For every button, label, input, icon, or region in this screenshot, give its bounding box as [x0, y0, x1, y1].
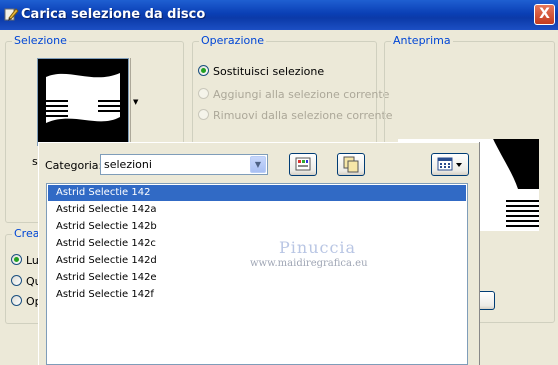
category-select[interactable]: selezioni ▼: [100, 154, 268, 175]
selection-thumbnail-picker[interactable]: ▼: [37, 58, 141, 146]
category-value: selezioni: [104, 158, 152, 171]
copy-button[interactable]: [337, 153, 365, 176]
radio-aggiungi[interactable]: [198, 88, 209, 99]
radio-crea-3[interactable]: [11, 295, 22, 306]
list-item[interactable]: Astrid Selectie 142a: [48, 202, 466, 218]
chevron-down-icon: ▼: [133, 98, 139, 106]
selection-browser-popup: Categoria: selezioni ▼ Astrid Selectie 1…: [38, 142, 479, 365]
watermark-title: Pinuccia: [279, 238, 357, 257]
radio-rimuovi-label[interactable]: Rimuovi dalla selezione corrente: [213, 109, 393, 122]
thumbnail-dropdown-button[interactable]: ▼: [130, 58, 141, 146]
selezione-partial-label: s: [32, 155, 38, 168]
edit-paths-button[interactable]: [289, 153, 317, 176]
radio-crea-2[interactable]: [11, 275, 22, 286]
radio-rimuovi[interactable]: [198, 109, 209, 120]
radio-crea-1[interactable]: [11, 254, 22, 265]
edit-paths-icon: [295, 157, 311, 171]
list-item[interactable]: Astrid Selectie 142b: [48, 219, 466, 235]
chevron-down-icon[interactable]: ▼: [250, 156, 266, 173]
window-title: Carica selezione da disco: [21, 7, 206, 22]
close-icon: X: [539, 6, 550, 22]
radio-aggiungi-label[interactable]: Aggiungi alla selezione corrente: [213, 88, 389, 101]
anteprima-legend: Anteprima: [391, 34, 453, 47]
radio-sostituisci[interactable]: [198, 65, 209, 76]
list-item[interactable]: Astrid Selectie 142: [48, 185, 466, 201]
radio-sostituisci-label[interactable]: Sostituisci selezione: [213, 65, 324, 78]
list-item[interactable]: Astrid Selectie 142f: [48, 287, 466, 303]
list-item[interactable]: Astrid Selectie 142c: [48, 236, 466, 252]
partial-button[interactable]: [478, 291, 495, 310]
watermark-url: www.maidiregrafica.eu: [250, 258, 368, 269]
title-bar[interactable]: Carica selezione da disco X: [0, 0, 558, 30]
view-options-button[interactable]: [431, 153, 469, 176]
copy-icon: [343, 156, 359, 173]
close-button[interactable]: X: [534, 4, 555, 25]
selezione-legend: Selezione: [12, 34, 69, 47]
operazione-legend: Operazione: [199, 34, 266, 47]
list-item[interactable]: Astrid Selectie 142e: [48, 270, 466, 286]
selection-thumbnail: [37, 58, 129, 146]
view-options-icon: [437, 157, 462, 171]
app-icon: [4, 8, 19, 21]
radio-crea-1-label[interactable]: Lu: [26, 254, 39, 267]
selection-file-list[interactable]: Astrid Selectie 142 Astrid Selectie 142a…: [46, 183, 468, 365]
category-label: Categoria:: [45, 159, 103, 172]
